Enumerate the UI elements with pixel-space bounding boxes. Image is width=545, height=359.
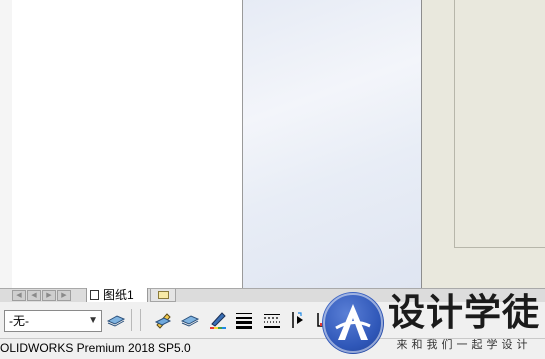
logo-a-icon: [323, 293, 383, 353]
sheet-border: [454, 0, 545, 248]
status-text: OLIDWORKS Premium 2018 SP5.0: [0, 341, 191, 355]
watermark-logo: 设计学徒 来和我们一起学设计: [322, 288, 545, 358]
prev-sheet-button[interactable]: ◀: [27, 290, 41, 301]
last-sheet-button[interactable]: ▶: [57, 290, 71, 301]
feature-tree-panel[interactable]: [12, 0, 243, 288]
watermark-subtitle: 来和我们一起学设计: [396, 339, 532, 351]
tab-sheet1[interactable]: 图纸1: [86, 288, 148, 303]
toolbar-separator: [140, 309, 141, 331]
watermark-logo-mark: [322, 292, 384, 354]
add-sheet-icon: [158, 291, 169, 299]
grid-icon[interactable]: [289, 310, 309, 330]
layer-select[interactable]: -无- ▼: [4, 310, 102, 332]
line-style-icon[interactable]: [208, 310, 228, 330]
layer-properties-icon[interactable]: [106, 310, 126, 330]
first-sheet-button[interactable]: ◀: [12, 290, 26, 301]
tab-sheet1-label: 图纸1: [103, 288, 134, 302]
line-thickness-icon[interactable]: [180, 310, 200, 330]
toolbar-separator: [131, 309, 132, 331]
line-color-icon[interactable]: [154, 310, 174, 330]
watermark-title: 设计学徒: [388, 291, 540, 334]
next-sheet-button[interactable]: ▶: [42, 290, 56, 301]
drawing-sheet-area[interactable]: [421, 0, 545, 288]
color-display-mode-icon[interactable]: [262, 310, 282, 330]
hide-show-edges-icon[interactable]: [234, 310, 254, 330]
layer-select-value: -无-: [9, 314, 29, 328]
graphics-viewport[interactable]: [243, 0, 421, 288]
chevron-down-icon: ▼: [88, 315, 98, 326]
sheet-icon: [90, 290, 99, 300]
add-sheet-tab[interactable]: [150, 289, 176, 302]
